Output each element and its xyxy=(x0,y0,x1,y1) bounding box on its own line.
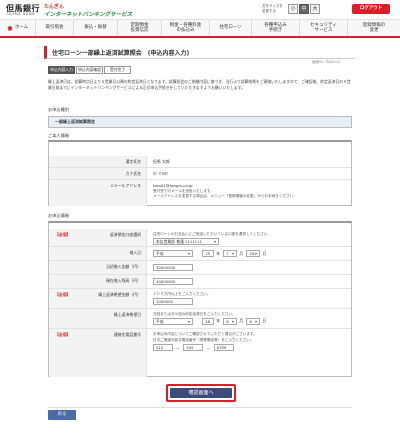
phone-dash: ― xyxy=(206,344,211,350)
fontsize-large-button[interactable]: 大 xyxy=(310,4,320,14)
borrow-day-select[interactable]: 20 xyxy=(246,250,261,257)
required-mark: 【必須】 xyxy=(55,332,71,337)
fontsize-label: 文字サイズを変更する xyxy=(262,4,283,13)
row-kana-name: カナ氏名 ﾀｼﾞﾏ ﾀﾛｳ xyxy=(49,168,351,180)
label-prepay-amount: 繰上返済希望金額（円） xyxy=(98,292,141,297)
label-kana-name: カナ氏名 xyxy=(125,171,141,176)
borrow-year-input[interactable]: 25 xyxy=(202,250,215,257)
nav-housing-loan[interactable]: 住宅ローン xyxy=(210,20,252,36)
confirm-button-frame: 確認画面へ xyxy=(166,384,236,402)
value-kanji-name: 但馬 太郎 xyxy=(153,159,170,164)
initial-amount-input[interactable]: 30000000 xyxy=(153,264,193,271)
nav-applications[interactable]: 各種申込み 手続き xyxy=(252,20,300,36)
screen-id: 画面ID：BHA012 xyxy=(312,60,341,64)
borrow-month-unit: 月 xyxy=(239,250,244,256)
prepay-month-select[interactable]: 6 xyxy=(223,317,238,325)
row-initial-amount: 当初借入金額（円） 30000000 xyxy=(49,261,351,275)
prepay-amount-input[interactable]: 1000000 xyxy=(153,297,193,305)
label-borrow-date: 借入日 xyxy=(129,250,141,255)
phone-line-input[interactable]: 6789 xyxy=(213,344,234,352)
nav-registration[interactable]: 登録情報の 変更 xyxy=(348,20,400,36)
email-note-2: メールアドレスを変更する場合は、メニュー「登録情報の変更」からお手続きください。 xyxy=(153,194,297,199)
row-phone: 【必須】 連絡先電話番号 お申込み内容についてご確認させていただく場合がございま… xyxy=(49,329,351,377)
nav-security[interactable]: セキュリティ サービス xyxy=(300,20,348,36)
prepay-month-unit: 月 xyxy=(239,318,244,324)
fontsize-medium-button[interactable]: 中 xyxy=(299,4,309,14)
request-section-label: お申込情報 xyxy=(48,213,69,218)
header: 但馬銀行 TAJIMA BANK たんぎん インターネットバンキングサービス 文… xyxy=(0,0,400,20)
request-section-box: 【必須】 返済預金口座選択 住宅ローンのお支払いにご指定いただいている口座を選択… xyxy=(48,221,352,377)
personal-section-label: ご本人情報 xyxy=(48,133,69,138)
borrow-year-unit: 年 xyxy=(216,250,221,256)
label-phone: 連絡先電話番号 xyxy=(113,332,141,337)
prepay-year-input[interactable]: 28 xyxy=(202,317,215,325)
intro-text: 繰上返済日は、試算時点日より５営業日以降の約定返済日となります。試算照会のご依頼… xyxy=(48,79,351,91)
main-nav: ホーム 取引照会 振込・振替 定期預金 投資信託 税金・各種料金 の払込み 住宅… xyxy=(0,20,400,38)
logout-button[interactable]: ログアウト xyxy=(352,4,390,14)
phone-note-2: 日中ご連絡可能な電話番号（携帯電話等）をご入力ください。 xyxy=(153,337,254,342)
label-current-balance: 現在借入残高（円） xyxy=(105,278,141,283)
phone-prefix-input[interactable]: 345 xyxy=(183,344,204,352)
row-current-balance: 現在借入残高（円） 10000000 xyxy=(49,275,351,289)
required-mark: 【必須】 xyxy=(55,232,71,237)
row-borrow-date: 借入日 平成 25 年 7月 20 日 xyxy=(49,247,351,261)
phone-dash: ― xyxy=(176,344,181,350)
row-prepay-amount: 【必須】 繰上返済希望金額（円） １００万円以上をご入力ください。 100000… xyxy=(49,289,351,309)
label-email: Eメールアドレス xyxy=(111,183,141,188)
value-kana-name: ﾀｼﾞﾏ ﾀﾛｳ xyxy=(153,171,168,176)
page-title: 住宅ローン一部繰上返済試算照会 (申込内容入力) xyxy=(52,50,190,57)
confirm-button[interactable]: 確認画面へ xyxy=(170,388,232,398)
borrow-month-select[interactable]: 7 xyxy=(223,250,238,257)
bank-logo-en: TAJIMA BANK xyxy=(6,12,36,16)
value-email-block: taro01@tangin.co.jp 受付完了のメールを送信いたします。 メー… xyxy=(153,183,343,200)
nav-transfer[interactable]: 振込・振替 xyxy=(74,20,118,36)
step-complete: 受付完了 xyxy=(104,66,131,74)
prepay-era-select[interactable]: 平成 xyxy=(153,317,193,325)
prepay-day-select[interactable]: 6 xyxy=(246,317,261,325)
step-confirm: 申込内容確認 xyxy=(76,66,103,74)
label-prepay-date: 繰上返済希望日 xyxy=(113,312,141,317)
type-section-label: お申込種別 xyxy=(48,107,69,112)
nav-home[interactable]: ホーム xyxy=(0,20,36,36)
step-indicator: 申込内容入力 申込内容確認 受付完了 xyxy=(48,66,131,74)
borrow-day-unit: 日 xyxy=(262,250,267,256)
back-button[interactable]: 戻る xyxy=(48,410,76,420)
required-mark: 【必須】 xyxy=(55,292,71,297)
nav-inquiry[interactable]: 取引照会 xyxy=(36,20,74,36)
type-section-box: 一部繰上返済試算照会 xyxy=(48,116,352,128)
account-select[interactable]: 本店営業部 普通 1111111 xyxy=(153,237,219,245)
fontsize-small-button[interactable]: 小 xyxy=(288,4,298,14)
home-icon xyxy=(7,25,13,31)
prepay-day-unit: 日 xyxy=(262,318,267,324)
phone-area-input[interactable]: 012 xyxy=(153,344,173,352)
row-email: Eメールアドレス taro01@tangin.co.jp 受付完了のメールを送信… xyxy=(49,180,351,206)
row-kanji-name: 漢字氏名 但馬 太郎 xyxy=(49,156,351,168)
nav-deposit[interactable]: 定期預金 投資信託 xyxy=(118,20,162,36)
label-initial-amount: 当初借入金額（円） xyxy=(105,264,141,269)
nav-home-label: ホーム xyxy=(14,25,29,31)
personal-section-box: 漢字氏名 但馬 太郎 カナ氏名 ﾀｼﾞﾏ ﾀﾛｳ Eメールアドレス taro01… xyxy=(48,140,352,206)
borrow-era-select[interactable]: 平成 xyxy=(153,250,193,257)
prepay-year-unit: 年 xyxy=(216,318,221,324)
service-tag-tangin: たんぎん xyxy=(44,4,65,10)
current-balance-input[interactable]: 10000000 xyxy=(153,278,193,285)
label-kanji-name: 漢字氏名 xyxy=(125,159,141,164)
row-account: 【必須】 返済預金口座選択 住宅ローンのお支払いにご指定いただいている口座を選択… xyxy=(49,229,351,247)
step-input: 申込内容入力 xyxy=(48,66,75,74)
footer-divider xyxy=(48,407,352,408)
type-section-heading: 一部繰上返済試算照会 xyxy=(49,117,351,127)
label-account: 返済預金口座選択 xyxy=(109,232,141,237)
nav-payment[interactable]: 税金・各種料金 の払込み xyxy=(162,20,210,36)
service-tag-ib: インターネットバンキングサービス xyxy=(44,12,133,18)
page-title-bar: 住宅ローン一部繰上返済試算照会 (申込内容入力) xyxy=(44,46,354,59)
row-prepay-date: 繰上返済希望日 次回または次々回の約定返済日をご入力ください。 平成 28 年 6… xyxy=(49,309,351,329)
